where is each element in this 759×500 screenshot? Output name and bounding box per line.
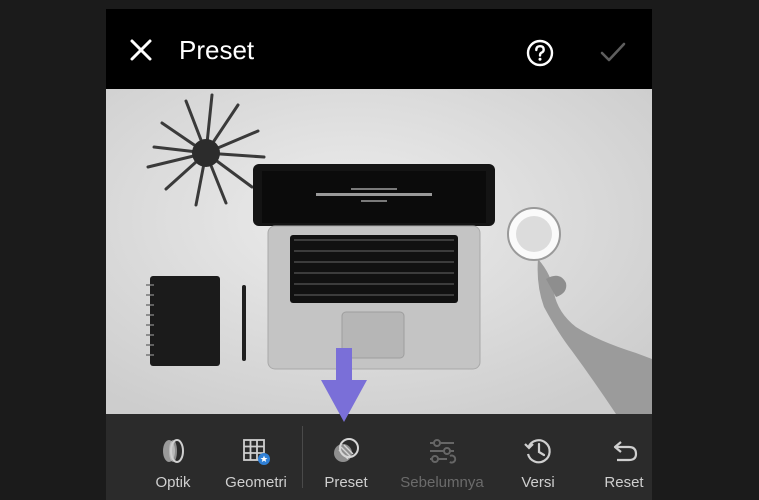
- pen: [242, 285, 246, 361]
- app-window: Preset Optik Geometri Preset Sebelumnya …: [106, 9, 652, 500]
- tool-preset-label: Preset: [324, 474, 368, 491]
- page-title: Preset: [179, 35, 255, 65]
- optik-icon: [163, 439, 184, 463]
- undo-arrow-icon: [613, 441, 638, 462]
- tool-sebelumnya-label: Sebelumnya: [400, 474, 484, 491]
- tool-reset-label: Reset: [604, 474, 644, 491]
- tool-versi-label: Versi: [521, 474, 555, 491]
- tool-optik[interactable]: Optik: [128, 414, 218, 500]
- tool-preset[interactable]: Preset: [301, 414, 391, 500]
- tool-sebelumnya[interactable]: Sebelumnya: [397, 414, 487, 500]
- notebook: [150, 276, 220, 366]
- sliders-icon: [430, 439, 457, 464]
- tool-versi[interactable]: Versi: [493, 414, 583, 500]
- top-bar: Preset: [106, 9, 652, 89]
- annotation-arrow-icon: [321, 348, 367, 422]
- history-clock-icon: [524, 439, 551, 464]
- tool-geometri[interactable]: Geometri: [211, 414, 301, 500]
- tool-optik-label: Optik: [155, 474, 191, 491]
- tool-geometri-label: Geometri: [225, 474, 287, 491]
- help-icon[interactable]: [526, 39, 554, 67]
- close-icon[interactable]: [128, 37, 154, 63]
- preset-icon: [334, 438, 359, 462]
- tool-reset[interactable]: Reset: [579, 414, 652, 500]
- geometri-icon: [243, 439, 270, 465]
- bottom-toolbar: Optik Geometri Preset Sebelumnya Versi R…: [106, 414, 652, 500]
- confirm-check-icon[interactable]: [600, 41, 626, 63]
- photo-preview: [106, 89, 652, 414]
